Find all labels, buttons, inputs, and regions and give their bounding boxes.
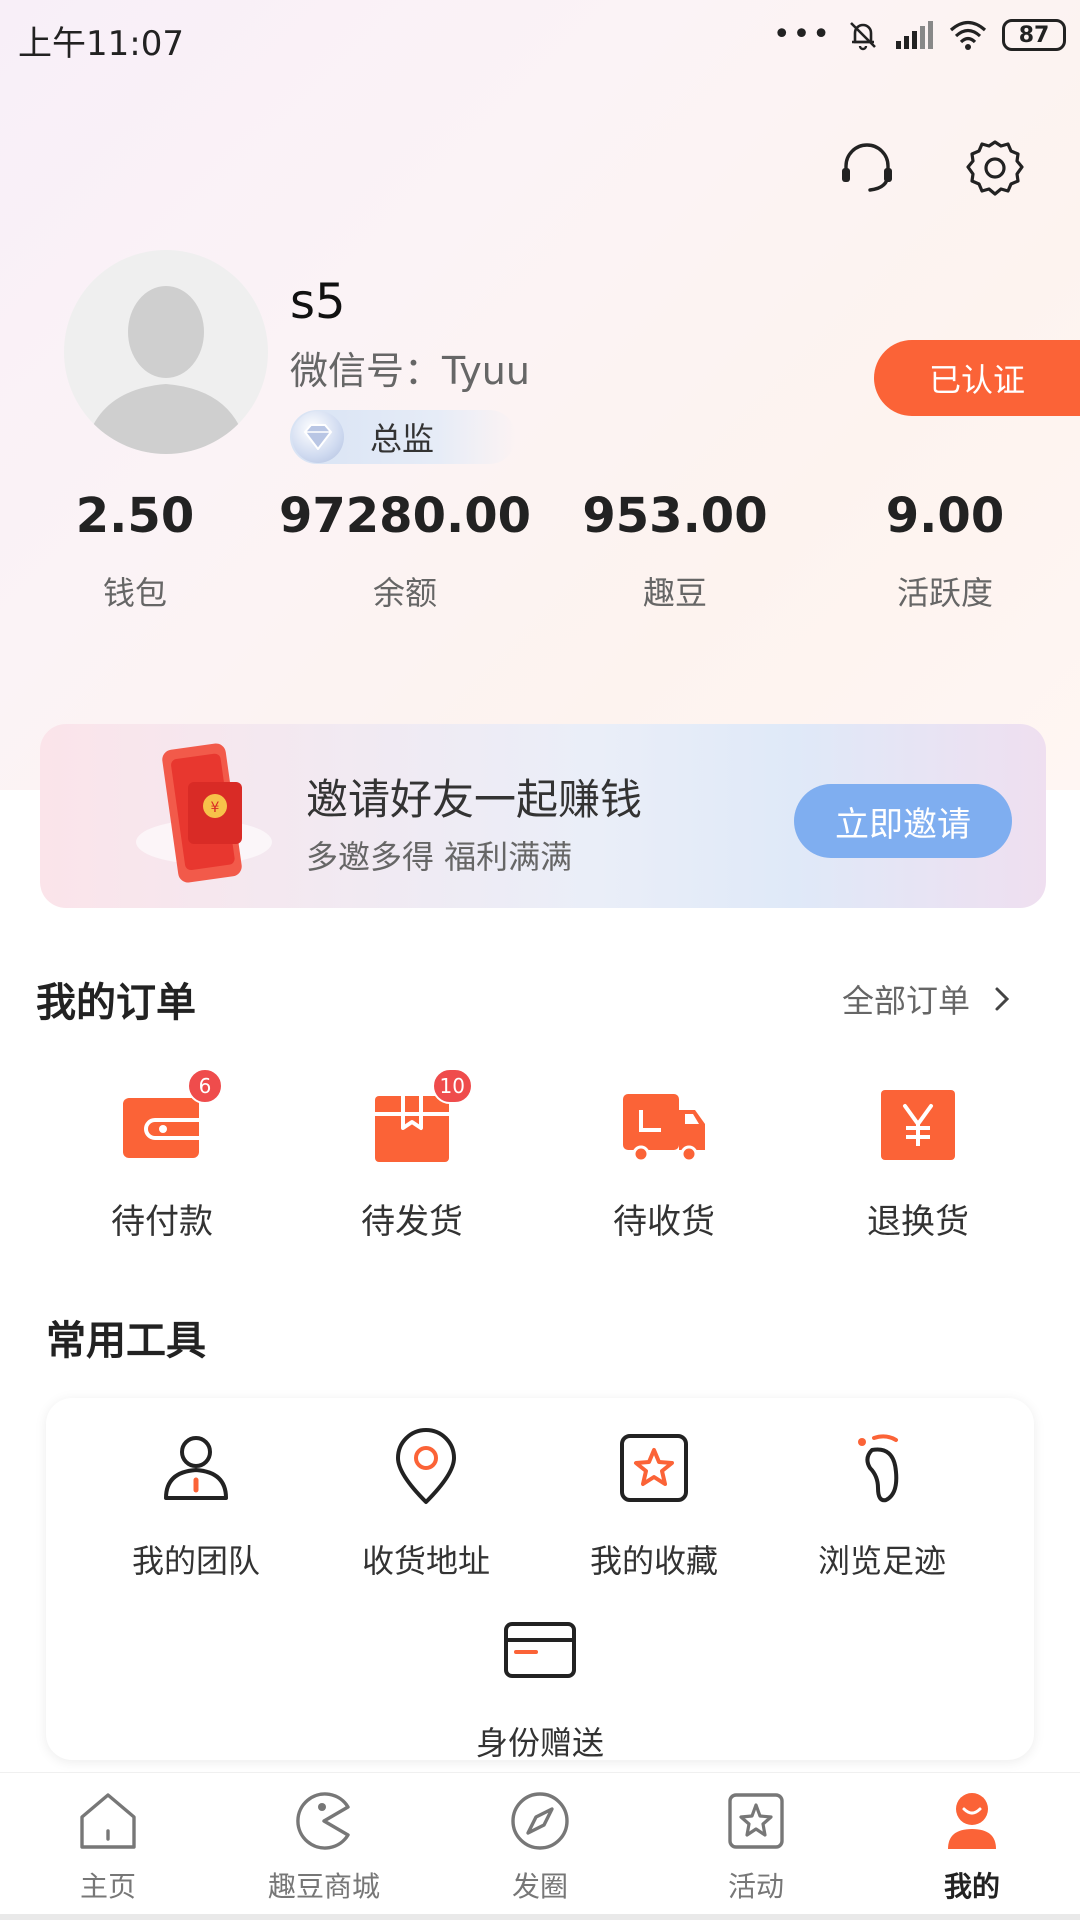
order-count-badge: 10 (431, 1068, 473, 1104)
order-count-badge: 6 (187, 1068, 223, 1104)
stats-row: 2.50 钱包 97280.00 余额 953.00 趣豆 9.00 活跃度 (0, 488, 1080, 612)
tool-label: 收货地址 (361, 1542, 490, 1580)
card-icon (504, 1622, 576, 1678)
truck-icon (623, 1094, 705, 1163)
order-label: 退换货 (867, 1202, 969, 1242)
tool-label: 身份赠送 (475, 1724, 604, 1762)
wechat-id: 微信号：Tyuu (290, 349, 530, 393)
nav-activity[interactable]: 活动 (648, 1789, 864, 1905)
nav-label: 活动 (727, 1870, 784, 1903)
orders-title: 我的订单 (36, 980, 196, 1026)
level-text: 总监 (370, 420, 435, 458)
nav-label: 发圈 (511, 1870, 568, 1903)
tool-shipping-address[interactable]: 收货地址 (326, 1428, 526, 1582)
stat-value: 953.00 (582, 488, 768, 544)
stat-label: 趣豆 (642, 574, 707, 612)
stat-label: 余额 (372, 574, 437, 612)
stat-beans[interactable]: 953.00 趣豆 (540, 488, 810, 614)
stat-value: 9.00 (885, 488, 1005, 544)
yen-refund-icon (881, 1090, 955, 1160)
order-pending-payment[interactable]: 6 待付款 (52, 1068, 272, 1243)
status-time: 上午11:07 (18, 24, 184, 64)
nav-bean-mall[interactable]: 趣豆商城 (216, 1789, 432, 1905)
stat-wallet[interactable]: 2.50 钱包 (0, 488, 270, 614)
home-indicator (0, 1914, 1080, 1920)
level-badge: 总监 (290, 410, 516, 464)
tool-browsing-history[interactable]: 浏览足迹 (782, 1428, 982, 1582)
username: s5 (290, 274, 346, 330)
tool-label: 我的收藏 (589, 1542, 718, 1580)
tool-label: 浏览足迹 (817, 1542, 946, 1580)
red-envelope-phone-icon: ¥ (136, 743, 272, 883)
nav-label: 我的 (943, 1870, 1000, 1903)
verified-button[interactable]: 已认证 (874, 340, 1080, 416)
invite-banner[interactable]: ¥ 邀请好友一起赚钱 多邀多得 福利满满 立即邀请 (40, 724, 1046, 908)
stat-activity[interactable]: 9.00 活跃度 (810, 488, 1080, 614)
settings-gear-icon[interactable] (962, 136, 1028, 202)
order-pending-receipt[interactable]: 待收货 (554, 1080, 774, 1243)
nav-home[interactable]: 主页 (0, 1789, 216, 1905)
home-icon (80, 1793, 136, 1849)
star-box-icon (728, 1793, 784, 1849)
star-favorite-icon (620, 1434, 688, 1502)
more-dots-icon: ••• (772, 17, 832, 52)
location-pin-icon (396, 1428, 456, 1504)
wifi-icon (949, 20, 987, 50)
invite-subtitle: 多邀多得 福利满满 (306, 838, 573, 876)
nav-label: 趣豆商城 (267, 1870, 380, 1903)
user-profile-icon (948, 1793, 996, 1849)
customer-service-icon[interactable] (834, 136, 900, 202)
default-avatar-icon (84, 286, 248, 454)
tool-label: 我的团队 (131, 1542, 260, 1580)
tool-my-team[interactable]: 我的团队 (96, 1428, 296, 1582)
orders-row: 6 待付款 10 待发货 待收货 退换货 (0, 1068, 1080, 1260)
order-label: 待发货 (361, 1202, 463, 1242)
pacman-mall-icon (296, 1792, 350, 1850)
battery-icon: 87 (1002, 19, 1066, 51)
footprint-icon (858, 1434, 899, 1503)
order-pending-shipment[interactable]: 10 待发货 (302, 1068, 522, 1243)
compass-icon (511, 1792, 569, 1850)
signal-icon (896, 21, 933, 49)
order-returns[interactable]: 退换货 (808, 1080, 1028, 1243)
stat-label: 钱包 (102, 574, 167, 612)
invite-now-button[interactable]: 立即邀请 (794, 784, 1012, 858)
invite-title: 邀请好友一起赚钱 (306, 775, 643, 824)
chevron-right-icon (995, 987, 1010, 1011)
all-orders-label: 全部订单 (841, 982, 970, 1020)
diamond-icon (292, 411, 344, 463)
stat-balance[interactable]: 97280.00 余额 (270, 488, 540, 614)
tool-identity-gift[interactable]: 身份赠送 (440, 1610, 640, 1764)
svg-text:¥: ¥ (211, 800, 220, 816)
order-label: 待付款 (111, 1202, 213, 1242)
tools-title: 常用工具 (46, 1318, 206, 1364)
nav-mine[interactable]: 我的 (864, 1789, 1080, 1905)
stat-label: 活跃度 (896, 574, 993, 612)
avatar[interactable] (64, 250, 268, 454)
all-orders-link[interactable]: 全部订单 (842, 976, 1010, 1022)
stat-value: 97280.00 (278, 488, 532, 544)
mute-bell-icon (850, 22, 876, 51)
stat-value: 2.50 (75, 488, 195, 544)
bottom-nav: 主页 趣豆商城 发圈 活动 我的 (0, 1772, 1080, 1920)
team-person-icon (164, 1436, 228, 1500)
status-bar: 上午11:07 ••• 87 (0, 0, 1080, 72)
status-icons: ••• 87 (773, 14, 1066, 56)
order-label: 待收货 (613, 1202, 715, 1242)
tool-my-favorites[interactable]: 我的收藏 (554, 1428, 754, 1582)
tools-card: 我的团队 收货地址 我的收藏 浏览足迹 身份赠送 (46, 1398, 1034, 1762)
nav-label: 主页 (79, 1870, 136, 1903)
nav-moments[interactable]: 发圈 (432, 1789, 648, 1905)
